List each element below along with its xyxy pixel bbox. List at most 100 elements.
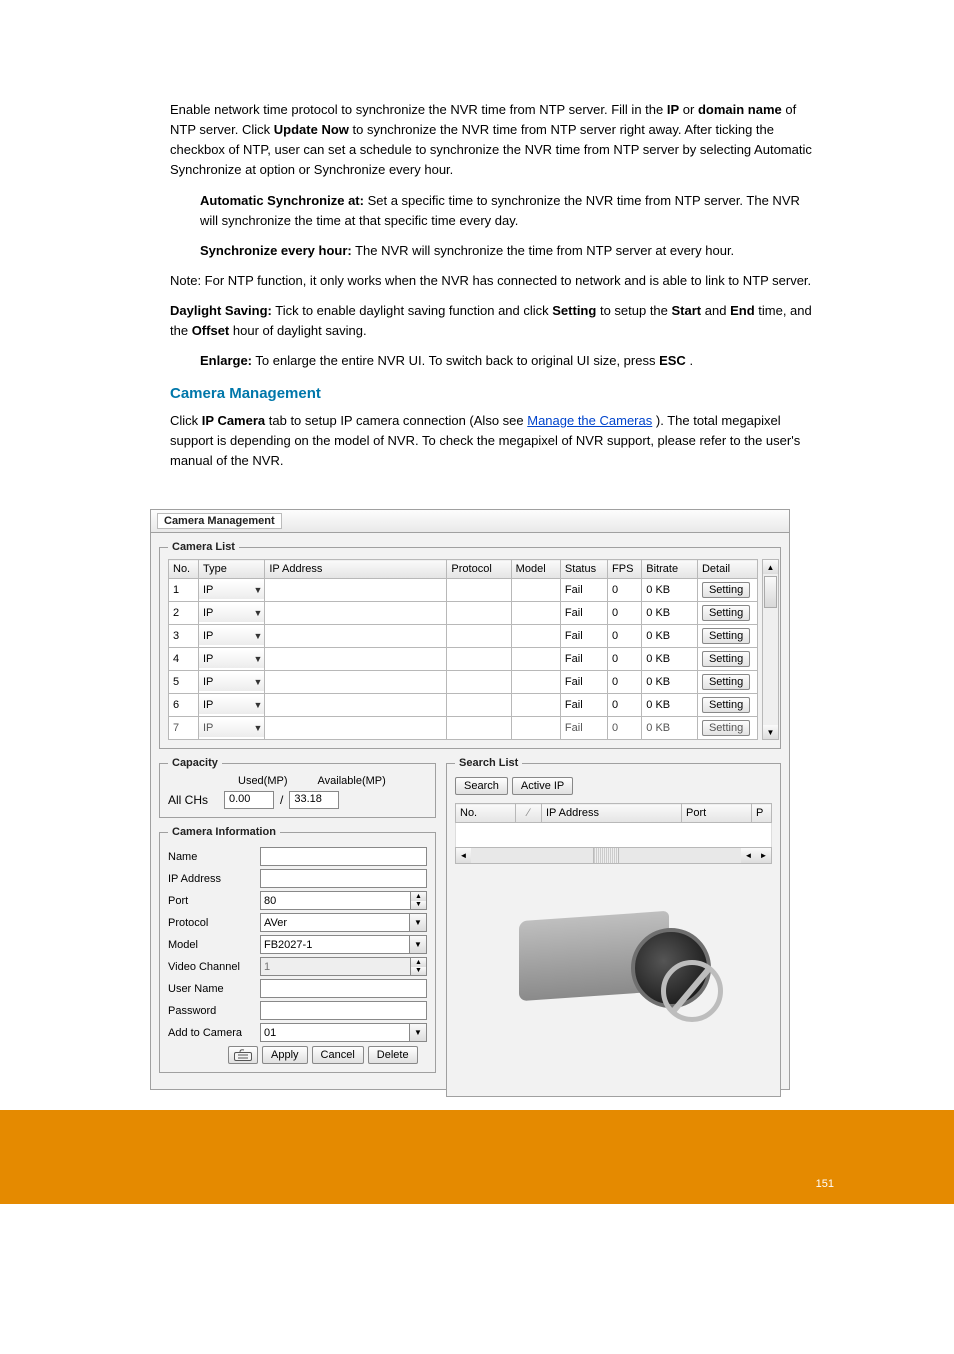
active-ip-button[interactable]: Active IP xyxy=(512,777,573,795)
sl-col-ip[interactable]: IP Address xyxy=(542,804,682,823)
col-ip[interactable]: IP Address xyxy=(265,560,447,579)
col-detail[interactable]: Detail xyxy=(697,560,757,579)
camera-list-legend: Camera List xyxy=(168,541,239,553)
cell-type[interactable]: IP▼ xyxy=(198,648,264,671)
cell-protocol xyxy=(447,717,511,740)
cell-protocol xyxy=(447,579,511,602)
password-input[interactable] xyxy=(260,1001,427,1020)
prose-text: To enlarge the entire NVR UI. To switch … xyxy=(255,353,659,368)
protocol-select[interactable] xyxy=(260,913,410,932)
chevron-down-icon[interactable]: ▼ xyxy=(410,913,427,932)
cell-no: 7 xyxy=(169,717,199,740)
cell-bitrate: 0 KB xyxy=(642,625,698,648)
setting-button[interactable]: Setting xyxy=(702,651,750,667)
prose-text: and xyxy=(705,303,730,318)
chevron-down-icon[interactable]: ▼ xyxy=(410,935,427,954)
scroll-left2-icon[interactable]: ◄ xyxy=(741,848,756,863)
table-row[interactable]: 5IP▼Fail00 KBSetting xyxy=(169,671,758,694)
table-row[interactable]: 1IP▼Fail00 KBSetting xyxy=(169,579,758,602)
cell-status: Fail xyxy=(560,717,607,740)
scroll-down-icon[interactable]: ▼ xyxy=(763,725,778,739)
add-to-camera-label: Add to Camera xyxy=(168,1027,260,1039)
prose-bold: domain name xyxy=(698,102,782,117)
port-label: Port xyxy=(168,895,260,907)
cell-ip xyxy=(265,717,447,740)
manage-cameras-link[interactable]: Manage the Cameras xyxy=(527,413,652,428)
chevron-down-icon[interactable]: ▼ xyxy=(253,654,262,664)
prose-bold: IP xyxy=(667,102,679,117)
setting-button[interactable]: Setting xyxy=(702,674,750,690)
col-no[interactable]: No. xyxy=(169,560,199,579)
add-to-camera-select[interactable] xyxy=(260,1023,410,1042)
search-list-group: Search List Search Active IP No. ∕ xyxy=(446,757,781,1097)
setting-button[interactable]: Setting xyxy=(702,628,750,644)
prose-text: Tick to enable daylight saving function … xyxy=(275,303,552,318)
scroll-up-icon[interactable]: ▲ xyxy=(763,560,778,574)
setting-button[interactable]: Setting xyxy=(702,720,750,736)
cell-model xyxy=(511,671,560,694)
cell-type[interactable]: IP▼ xyxy=(198,671,264,694)
cell-ip xyxy=(265,694,447,717)
table-row[interactable]: 7IP▼Fail00 KBSetting xyxy=(169,717,758,740)
setting-button[interactable]: Setting xyxy=(702,582,750,598)
col-fps[interactable]: FPS xyxy=(608,560,642,579)
chevron-down-icon[interactable]: ▼ xyxy=(253,585,262,595)
cell-no: 2 xyxy=(169,602,199,625)
table-row[interactable]: 6IP▼Fail00 KBSetting xyxy=(169,694,758,717)
cell-type[interactable]: IP▼ xyxy=(198,717,264,740)
cell-type[interactable]: IP▼ xyxy=(198,625,264,648)
col-type[interactable]: Type xyxy=(198,560,264,579)
cell-no: 1 xyxy=(169,579,199,602)
cell-status: Fail xyxy=(560,625,607,648)
delete-button[interactable]: Delete xyxy=(368,1046,418,1064)
ip-input[interactable] xyxy=(260,869,427,888)
setting-button[interactable]: Setting xyxy=(702,697,750,713)
table-row[interactable]: 2IP▼Fail00 KBSetting xyxy=(169,602,758,625)
chevron-down-icon[interactable]: ▼ xyxy=(253,700,262,710)
sl-col-p[interactable]: P xyxy=(752,804,772,823)
col-status[interactable]: Status xyxy=(560,560,607,579)
search-list-hscroll[interactable]: ◄ ◄ ► xyxy=(455,847,772,864)
port-input[interactable] xyxy=(260,891,411,910)
chevron-down-icon[interactable]: ▼ xyxy=(253,631,262,641)
col-protocol[interactable]: Protocol xyxy=(447,560,511,579)
search-button[interactable]: Search xyxy=(455,777,508,795)
apply-button[interactable]: Apply xyxy=(262,1046,308,1064)
chevron-down-icon[interactable]: ▼ xyxy=(410,1023,427,1042)
cell-type[interactable]: IP▼ xyxy=(198,579,264,602)
chevron-down-icon[interactable]: ▼ xyxy=(253,677,262,687)
cell-protocol xyxy=(447,694,511,717)
sl-col-no[interactable]: No. xyxy=(456,804,516,823)
capacity-group: Capacity Used(MP) Available(MP) All CHs … xyxy=(159,757,436,818)
col-model[interactable]: Model xyxy=(511,560,560,579)
model-select[interactable] xyxy=(260,935,410,954)
video-channel-spinner: ▲▼ xyxy=(411,957,427,976)
cell-type[interactable]: IP▼ xyxy=(198,694,264,717)
name-input[interactable] xyxy=(260,847,427,866)
scroll-left-icon[interactable]: ◄ xyxy=(456,848,471,863)
camera-list-scrollbar[interactable]: ▲ ▼ xyxy=(762,559,779,740)
page-footer: 151 xyxy=(0,1110,954,1204)
cell-protocol xyxy=(447,602,511,625)
table-row[interactable]: 4IP▼Fail00 KBSetting xyxy=(169,648,758,671)
prose-bold: ESC xyxy=(659,353,686,368)
username-input[interactable] xyxy=(260,979,427,998)
prose-bold: Start xyxy=(672,303,702,318)
chevron-down-icon[interactable]: ▼ xyxy=(253,608,262,618)
scroll-grip[interactable] xyxy=(593,848,619,863)
cancel-button[interactable]: Cancel xyxy=(312,1046,364,1064)
keyboard-button[interactable] xyxy=(228,1046,258,1064)
prose-bold: Update Now xyxy=(274,122,349,137)
prose-bold: Offset xyxy=(192,323,230,338)
cell-status: Fail xyxy=(560,694,607,717)
scroll-right-icon[interactable]: ► xyxy=(756,848,771,863)
setting-button[interactable]: Setting xyxy=(702,605,750,621)
sl-col-sort[interactable]: ∕ xyxy=(516,804,542,823)
chevron-down-icon[interactable]: ▼ xyxy=(253,723,262,733)
scroll-thumb[interactable] xyxy=(764,576,777,608)
col-bitrate[interactable]: Bitrate xyxy=(642,560,698,579)
cell-type[interactable]: IP▼ xyxy=(198,602,264,625)
table-row[interactable]: 3IP▼Fail00 KBSetting xyxy=(169,625,758,648)
sl-col-port[interactable]: Port xyxy=(682,804,752,823)
port-spinner[interactable]: ▲▼ xyxy=(411,891,427,910)
